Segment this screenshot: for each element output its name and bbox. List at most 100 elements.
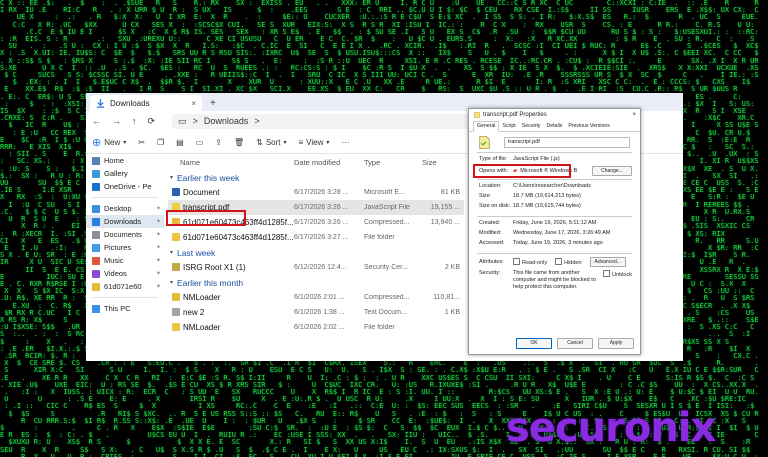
group-header[interactable]: ▾ Last week	[168, 245, 464, 260]
location-row: Location: C:\Users\researcher\Downloads	[469, 183, 640, 193]
file-size: 110,81...	[433, 294, 460, 301]
sidebar-item-documents[interactable]: Documents ✦	[86, 228, 164, 241]
file-row[interactable]: NMLoader 6/1/2026 2:01 ... Compressed... 11…	[168, 290, 464, 305]
chevron-down-icon: ▾	[170, 175, 174, 181]
size-on-disk-value: 18.7 MB (19,615,744 bytes)	[513, 203, 581, 209]
close-icon[interactable]: ×	[632, 112, 636, 118]
column-size[interactable]: Size	[422, 158, 460, 167]
modified-row: Modified: Wednesday, June 17, 2026, 3:26…	[469, 230, 640, 240]
gallery-icon	[92, 169, 100, 178]
advanced-button[interactable]: Advanced...	[589, 257, 626, 267]
file-row[interactable]: Document 6/17/2026 3:28 ... Microsoft E...…	[168, 185, 464, 200]
more-options-icon[interactable]: ···	[341, 138, 349, 147]
file-row[interactable]: new 2 6/1/2026 1:38 ... Text Docum... 1 KB	[168, 305, 464, 320]
change-button[interactable]: Change...	[592, 166, 632, 176]
download-icon	[92, 217, 100, 226]
file-row[interactable]: NMLoader 6/1/2026 2:02 ... File folder	[168, 320, 464, 335]
forward-icon[interactable]: →	[112, 116, 121, 126]
sidebar-item-videos[interactable]: Videos ✦	[86, 267, 164, 280]
dialog-buttons: OK Cancel Apply	[516, 338, 634, 349]
sidebar-item-onedrive-pe[interactable]: OneDrive - Pe	[86, 180, 164, 193]
sidebar-item-music[interactable]: Music ✦	[86, 254, 164, 267]
checkbox-icon	[513, 257, 520, 265]
desktop-icon	[92, 204, 100, 213]
properties-tabs: General Script Security Details Previous Ver…	[469, 121, 640, 132]
file-size: 13,940 ...	[430, 219, 460, 226]
file-row[interactable]: ISRG Root X1 (1) 6/12/2026 12:4... Securit…	[168, 260, 464, 275]
apply-button[interactable]: Apply	[598, 338, 634, 349]
file-name-text: NMLoader	[183, 323, 221, 332]
security-text: This file came from another computer and…	[513, 270, 596, 290]
computer-icon	[92, 304, 100, 313]
file-type: File folder	[364, 234, 395, 241]
divider	[477, 179, 632, 180]
view-button[interactable]: ≡ View ▾	[299, 138, 330, 147]
column-type[interactable]: Type	[364, 158, 422, 167]
tab-downloads[interactable]: Downloads ×	[90, 95, 202, 111]
tab-script[interactable]: Script	[499, 122, 518, 131]
readonly-checkbox[interactable]: Read-only	[513, 257, 547, 267]
sidebar-item-home[interactable]: Home	[86, 154, 164, 167]
sidebar-item-gallery[interactable]: Gallery	[86, 167, 164, 180]
file-name-text: Document	[183, 188, 220, 197]
cut-icon[interactable]: ✂	[138, 138, 145, 147]
column-name[interactable]: Name	[168, 158, 294, 167]
document-icon	[92, 230, 100, 239]
refresh-icon[interactable]: ⟳	[148, 116, 156, 127]
paste-icon[interactable]: ▤	[176, 138, 184, 147]
file-date: 6/17/2026 3:26 ...	[294, 219, 349, 226]
file-name-text: NMLoader	[183, 293, 221, 302]
back-icon[interactable]: ←	[92, 116, 101, 126]
new-tab-button[interactable]: +	[210, 98, 216, 109]
chevron-down-icon: ▾	[326, 139, 330, 146]
hidden-checkbox[interactable]: Hidden	[555, 257, 582, 267]
location-value: C:\Users\researcher\Downloads	[513, 183, 591, 189]
file-row[interactable]: 61d071e60473c463ff4d1285f... 6/17/2026 3:…	[168, 230, 464, 245]
attributes-row: Attributes: Read-only Hidden Advanced...	[469, 257, 640, 267]
tab-details[interactable]: Details	[543, 122, 565, 131]
filename-field[interactable]: transcript.pdf	[504, 137, 630, 148]
group-header[interactable]: ▾ Earlier this week	[168, 170, 464, 185]
address-box[interactable]: ▭ > Downloads >	[172, 113, 499, 129]
rename-icon[interactable]: ▭	[196, 138, 204, 147]
tab-general[interactable]: General	[473, 121, 500, 132]
plus-icon: ⊕	[92, 136, 102, 149]
highlight-box-filename	[166, 210, 246, 226]
checkbox-icon	[603, 270, 611, 277]
up-icon[interactable]: ↑	[132, 116, 137, 126]
sidebar-item-61d071e60[interactable]: 61d071e60 ✦	[86, 280, 164, 293]
sidebar-item-desktop[interactable]: Desktop ✦	[86, 202, 164, 215]
file-size: 19,155 ...	[430, 204, 460, 211]
file-size: 2 KB	[444, 264, 460, 271]
highlight-box-type	[473, 164, 571, 178]
size-on-disk-label: Size on disk:	[479, 203, 511, 209]
new-button[interactable]: ⊕ New ▾	[92, 136, 126, 149]
sidebar-item-pictures[interactable]: Pictures ✦	[86, 241, 164, 254]
securonix-logo: securonix	[506, 405, 716, 451]
filename-row: transcript.pdf	[469, 136, 640, 149]
pin-icon: ✦	[155, 232, 161, 238]
sidebar-item-downloads[interactable]: Downloads ✦	[86, 215, 164, 228]
column-date[interactable]: Date modified	[294, 158, 364, 167]
accessed-row: Accessed: Today, June 19, 2026, 3 minute…	[469, 240, 640, 250]
share-icon[interactable]: ⇪	[215, 138, 222, 147]
pin-icon: ✦	[155, 284, 161, 290]
nav-divider	[92, 197, 158, 198]
tab-previous-versions[interactable]: Previous Versions	[565, 122, 613, 131]
nav-divider	[92, 297, 158, 298]
music-icon	[92, 256, 100, 265]
group-header[interactable]: ▾ Earlier this month	[168, 275, 464, 290]
file-type: Security Cer...	[364, 264, 408, 271]
unblock-checkbox[interactable]: Unblock	[603, 270, 632, 279]
pin-icon: ✦	[155, 245, 161, 251]
copy-icon[interactable]: ❐	[157, 138, 164, 147]
sort-button[interactable]: ⇅ Sort ▾	[256, 138, 286, 147]
folder-icon	[172, 233, 180, 241]
close-tab-icon[interactable]: ×	[191, 99, 196, 108]
cancel-button[interactable]: Cancel	[557, 338, 593, 349]
delete-icon[interactable]: 🗑	[234, 138, 244, 147]
ok-button[interactable]: OK	[516, 338, 552, 349]
tab-security[interactable]: Security	[519, 122, 544, 131]
monitor-icon: ▭	[178, 115, 187, 126]
sidebar-item-this-pc[interactable]: This PC	[86, 302, 164, 315]
